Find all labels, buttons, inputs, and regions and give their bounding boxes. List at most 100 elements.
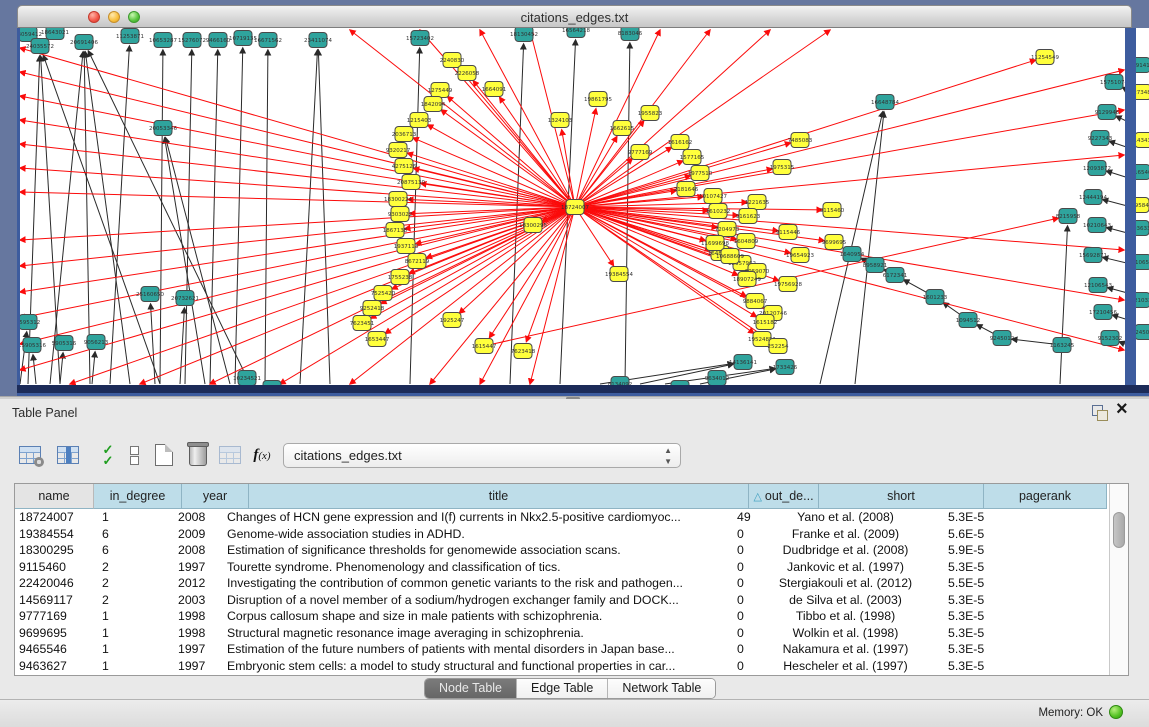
graph-node[interactable]: 1842094: [421, 97, 446, 112]
graph-node[interactable]: 7204973: [715, 222, 740, 237]
svg-text:1601233: 1601233: [923, 295, 948, 301]
table-row[interactable]: 946362711997Embryonic stem cells: a mode…: [15, 658, 1109, 675]
graph-node[interactable]: 7623418: [511, 344, 536, 359]
graph-node[interactable]: 1610232: [706, 204, 731, 219]
graph-node[interactable]: 1163245: [1050, 338, 1075, 353]
graph-node[interactable]: 1664091: [482, 82, 507, 97]
graph-node[interactable]: 9152302: [1098, 331, 1123, 346]
graph-node[interactable]: 9595312: [17, 315, 40, 330]
table-row[interactable]: 1456911722003Disruption of a novel membe…: [15, 592, 1109, 609]
graph-node[interactable]: 9320217: [386, 143, 411, 158]
graph-node[interactable]: 1094512: [956, 313, 981, 328]
graph-node[interactable]: 9777169: [628, 145, 653, 160]
graph-node[interactable]: 1604809: [734, 234, 759, 249]
graph-node[interactable]: 8958921: [863, 258, 888, 273]
graph-node[interactable]: 1755238: [388, 270, 413, 285]
graph-node[interactable]: 9129946: [1095, 105, 1120, 120]
graph-node[interactable]: 8672119: [405, 254, 430, 269]
table-row[interactable]: 946554611997Estimation of the future num…: [15, 641, 1109, 658]
column-header-out_degree[interactable]: △out_de...: [749, 484, 819, 509]
graph-node[interactable]: 1324103: [548, 113, 573, 128]
graph-node[interactable]: 1640954: [840, 247, 865, 262]
column-header-pagerank[interactable]: pagerank: [984, 484, 1107, 509]
graph-node[interactable]: 9252418: [360, 301, 385, 316]
graph-node[interactable]: 1975315: [770, 160, 795, 175]
delete-column-button[interactable]: [182, 439, 214, 471]
graph-node[interactable]: 9884067: [743, 294, 768, 309]
graph-node[interactable]: 6172341: [883, 268, 908, 283]
table-scrollbar[interactable]: [1109, 484, 1128, 675]
graph-node[interactable]: 5905316: [52, 336, 77, 351]
graph-node[interactable]: 7525420: [371, 286, 396, 301]
table-settings-button[interactable]: [14, 439, 46, 471]
svg-text:9699695: 9699695: [822, 240, 847, 246]
svg-text:1975315: 1975315: [770, 165, 795, 171]
show-columns-button[interactable]: [52, 439, 84, 471]
graph-node[interactable]: 9056213: [84, 335, 109, 350]
table-selector-dropdown[interactable]: citations_edges.txt ▲▼: [283, 443, 681, 468]
graph-node[interactable]: 9115446: [776, 225, 801, 240]
graph-node[interactable]: 7485083: [788, 133, 813, 148]
function-builder-button[interactable]: f(x): [246, 439, 278, 471]
table-row[interactable]: 1872400712008Changes of HCN gene express…: [15, 509, 1109, 526]
tab-node-table[interactable]: Node Table: [425, 679, 517, 698]
graph-node[interactable]: 1221635: [745, 195, 770, 210]
graph-node[interactable]: 9466160: [206, 33, 231, 48]
graph-node[interactable]: 4275126: [392, 159, 417, 174]
window-border-navy: [17, 385, 1149, 393]
graph-node[interactable]: 2226058: [455, 66, 480, 81]
table-row[interactable]: 1830029562008Estimation of significance …: [15, 542, 1109, 559]
graph-node[interactable]: 9634012: [705, 371, 730, 386]
graph-node[interactable]: 1615182: [753, 315, 778, 330]
tab-network-table[interactable]: Network Table: [608, 679, 715, 698]
table-row[interactable]: 1938455462009Genome-wide association stu…: [15, 526, 1109, 543]
status-bar: Memory: OK: [0, 699, 1149, 727]
graph-node[interactable]: 2181646: [674, 182, 699, 197]
graph-node[interactable]: 1937113: [394, 239, 419, 254]
graph-node[interactable]: 2036713: [392, 127, 417, 142]
table-row[interactable]: 2242004622012Investigating the contribut…: [15, 575, 1109, 592]
graph-node[interactable]: 1601233: [923, 290, 948, 305]
graph-node[interactable]: 9245012: [990, 331, 1015, 346]
table-row[interactable]: 969969511998Structural magnetic resonanc…: [15, 625, 1109, 642]
scrollbar-thumb[interactable]: [1113, 512, 1125, 548]
tab-edge-table[interactable]: Edge Table: [517, 679, 608, 698]
graph-node[interactable]: 9161623: [736, 209, 761, 224]
window-title-bar[interactable]: citations_edges.txt: [17, 5, 1132, 28]
graph-node[interactable]: 1215403: [407, 113, 432, 128]
graph-node[interactable]: 1662615: [610, 121, 635, 136]
graph-node[interactable]: 1275449: [428, 83, 453, 98]
memory-ok-icon[interactable]: [1109, 705, 1123, 719]
column-header-name[interactable]: name: [15, 484, 94, 509]
graph-node[interactable]: 1577165: [680, 150, 705, 165]
float-panel-button[interactable]: [1092, 405, 1110, 421]
table-row[interactable]: 977716911998Corpus callosum shape and si…: [15, 608, 1109, 625]
column-header-year[interactable]: year: [182, 484, 249, 509]
close-panel-button[interactable]: ×: [1116, 398, 1128, 421]
graph-node[interactable]: 1867138: [383, 223, 408, 238]
network-graph-canvas[interactable]: 1872400722408302226058127544916640911842…: [17, 28, 1149, 385]
column-header-in_degree[interactable]: in_degree: [94, 484, 182, 509]
graph-node[interactable]: 9227343: [1088, 131, 1113, 146]
graph-node[interactable]: 1925247: [440, 313, 465, 328]
graph-node[interactable]: 9115460: [820, 203, 845, 218]
graph-node[interactable]: 1955823: [638, 106, 663, 121]
cell-name: 9777169: [15, 608, 90, 625]
graph-node[interactable]: 9699695: [822, 235, 847, 250]
graph-node[interactable]: 1977510: [688, 166, 713, 181]
new-table-button[interactable]: [148, 439, 180, 471]
graph-node[interactable]: 8134092: [608, 377, 633, 386]
graph-node[interactable]: 1616162: [668, 135, 693, 150]
column-header-title[interactable]: title: [249, 484, 749, 509]
graph-node[interactable]: 252254: [768, 339, 789, 354]
graph-node[interactable]: 1615447: [472, 339, 497, 354]
graph-node[interactable]: 8183046: [618, 28, 643, 41]
row-options-button[interactable]: [118, 439, 150, 471]
column-header-short[interactable]: short: [819, 484, 984, 509]
graph-node[interactable]: 1733426: [773, 360, 798, 375]
graph-node[interactable]: 1653447: [365, 332, 390, 347]
graph-node[interactable]: 7623451: [350, 316, 375, 331]
graph-node[interactable]: 9303022: [388, 207, 413, 222]
graph-node[interactable]: 8215958: [1056, 209, 1081, 224]
table-row[interactable]: 911546021997Tourette syndrome. Phenomeno…: [15, 559, 1109, 576]
